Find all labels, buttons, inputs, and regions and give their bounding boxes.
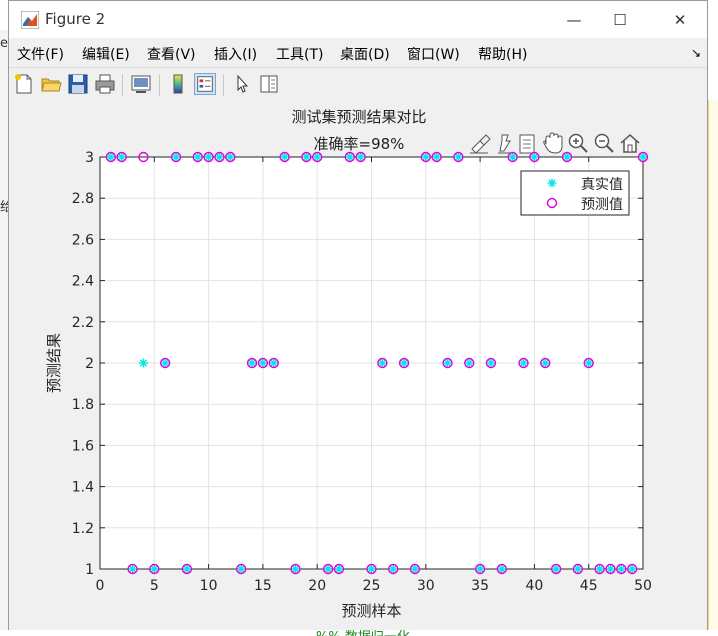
- y-tick-label: 1.4: [72, 480, 94, 496]
- legend: 真实值预测值: [520, 170, 630, 216]
- x-tick-label: 0: [96, 578, 105, 594]
- x-tick-label: 25: [363, 578, 381, 594]
- legend-label-true: 真实值: [581, 177, 623, 193]
- y-tick-label: 1.8: [72, 397, 94, 413]
- y-axis-label: 预测结果: [45, 333, 63, 393]
- y-tick-label: 2: [85, 356, 94, 372]
- x-tick-label: 40: [525, 578, 543, 594]
- x-tick-label: 45: [580, 578, 598, 594]
- x-axis-label: 预测样本: [341, 602, 401, 620]
- legend-label-predicted: 预测值: [581, 197, 623, 213]
- y-tick-label: 1.6: [72, 438, 94, 454]
- y-tick-label: 1: [85, 562, 94, 578]
- y-tick-label: 2.2: [72, 315, 94, 331]
- true-value-marker: [138, 358, 148, 368]
- x-tick-label: 15: [254, 578, 272, 594]
- y-tick-label: 2.4: [72, 274, 94, 290]
- x-tick-label: 5: [150, 578, 159, 594]
- x-tick-label: 10: [200, 578, 218, 594]
- x-tick-label: 30: [417, 578, 435, 594]
- x-tick-label: 35: [471, 578, 489, 594]
- y-tick-label: 2.8: [72, 191, 94, 207]
- x-tick-label: 20: [308, 578, 326, 594]
- y-tick-label: 2.6: [72, 232, 94, 248]
- y-tick-label: 1.2: [72, 521, 94, 537]
- scatter-chart: 0 5 10 15 20 25 30 35 40 45 50 1 1.2 1.4 1.6 1.8 2 2.2 2.4…: [45, 150, 652, 620]
- x-tick-label: 50: [634, 578, 652, 594]
- true-value-marker: [547, 178, 557, 188]
- y-tick-label: 3: [85, 150, 94, 166]
